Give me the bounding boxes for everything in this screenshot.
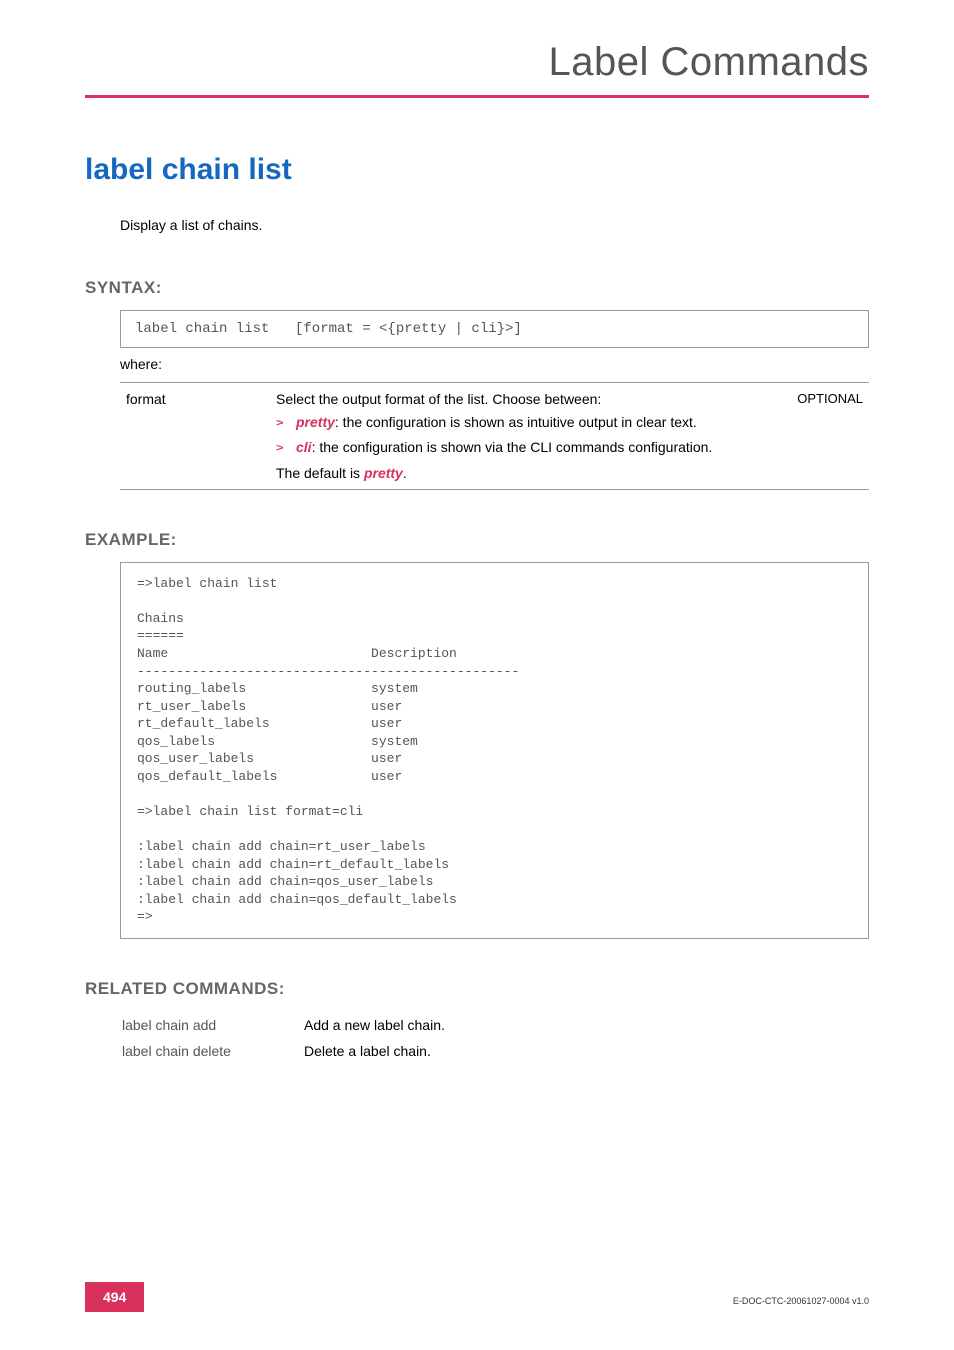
keyword-pretty: pretty xyxy=(296,414,335,430)
example-heading: EXAMPLE: xyxy=(85,530,869,550)
syntax-heading: SYNTAX: xyxy=(85,278,869,298)
example-box: =>label chain list Chains ====== Name De… xyxy=(120,562,869,939)
related-desc: Delete a label chain. xyxy=(304,1039,445,1063)
page-number: 494 xyxy=(85,1282,144,1312)
syntax-args: [format = <{pretty | cli}>] xyxy=(295,321,522,337)
syntax-command: label chain list xyxy=(135,321,295,337)
header-divider xyxy=(85,95,869,98)
where-label: where: xyxy=(120,356,869,372)
default-prefix: The default is xyxy=(276,465,364,481)
param-table: format Select the output format of the l… xyxy=(120,382,869,490)
command-title: label chain list xyxy=(85,153,869,187)
default-suffix: . xyxy=(403,465,407,481)
related-table: label chain add Add a new label chain. l… xyxy=(120,1011,447,1065)
param-intro: Select the output format of the list. Ch… xyxy=(276,391,724,407)
keyword-cli: cli xyxy=(296,439,312,455)
page-header-title: Label Commands xyxy=(85,40,869,85)
param-option-pretty: pretty: the configuration is shown as in… xyxy=(276,413,724,432)
default-keyword: pretty xyxy=(364,465,403,481)
related-heading: RELATED COMMANDS: xyxy=(85,979,869,999)
param-name: format xyxy=(120,383,270,490)
related-cmd-link[interactable]: label chain add xyxy=(122,1013,302,1037)
opt2-rest: : the configuration is shown via the CLI… xyxy=(312,439,713,455)
syntax-box: label chain list [format = <{pretty | cl… xyxy=(120,310,869,348)
related-row: label chain add Add a new label chain. xyxy=(122,1013,445,1037)
related-row: label chain delete Delete a label chain. xyxy=(122,1039,445,1063)
param-optional: OPTIONAL xyxy=(730,383,869,490)
command-description: Display a list of chains. xyxy=(120,217,869,233)
doc-id: E-DOC-CTC-20061027-0004 v1.0 xyxy=(733,1296,869,1306)
param-option-cli: cli: the configuration is shown via the … xyxy=(276,438,724,457)
opt1-rest: : the configuration is shown as intuitiv… xyxy=(335,414,697,430)
param-default: The default is pretty. xyxy=(276,465,724,481)
related-desc: Add a new label chain. xyxy=(304,1013,445,1037)
related-cmd-link[interactable]: label chain delete xyxy=(122,1039,302,1063)
param-desc: Select the output format of the list. Ch… xyxy=(270,383,730,490)
